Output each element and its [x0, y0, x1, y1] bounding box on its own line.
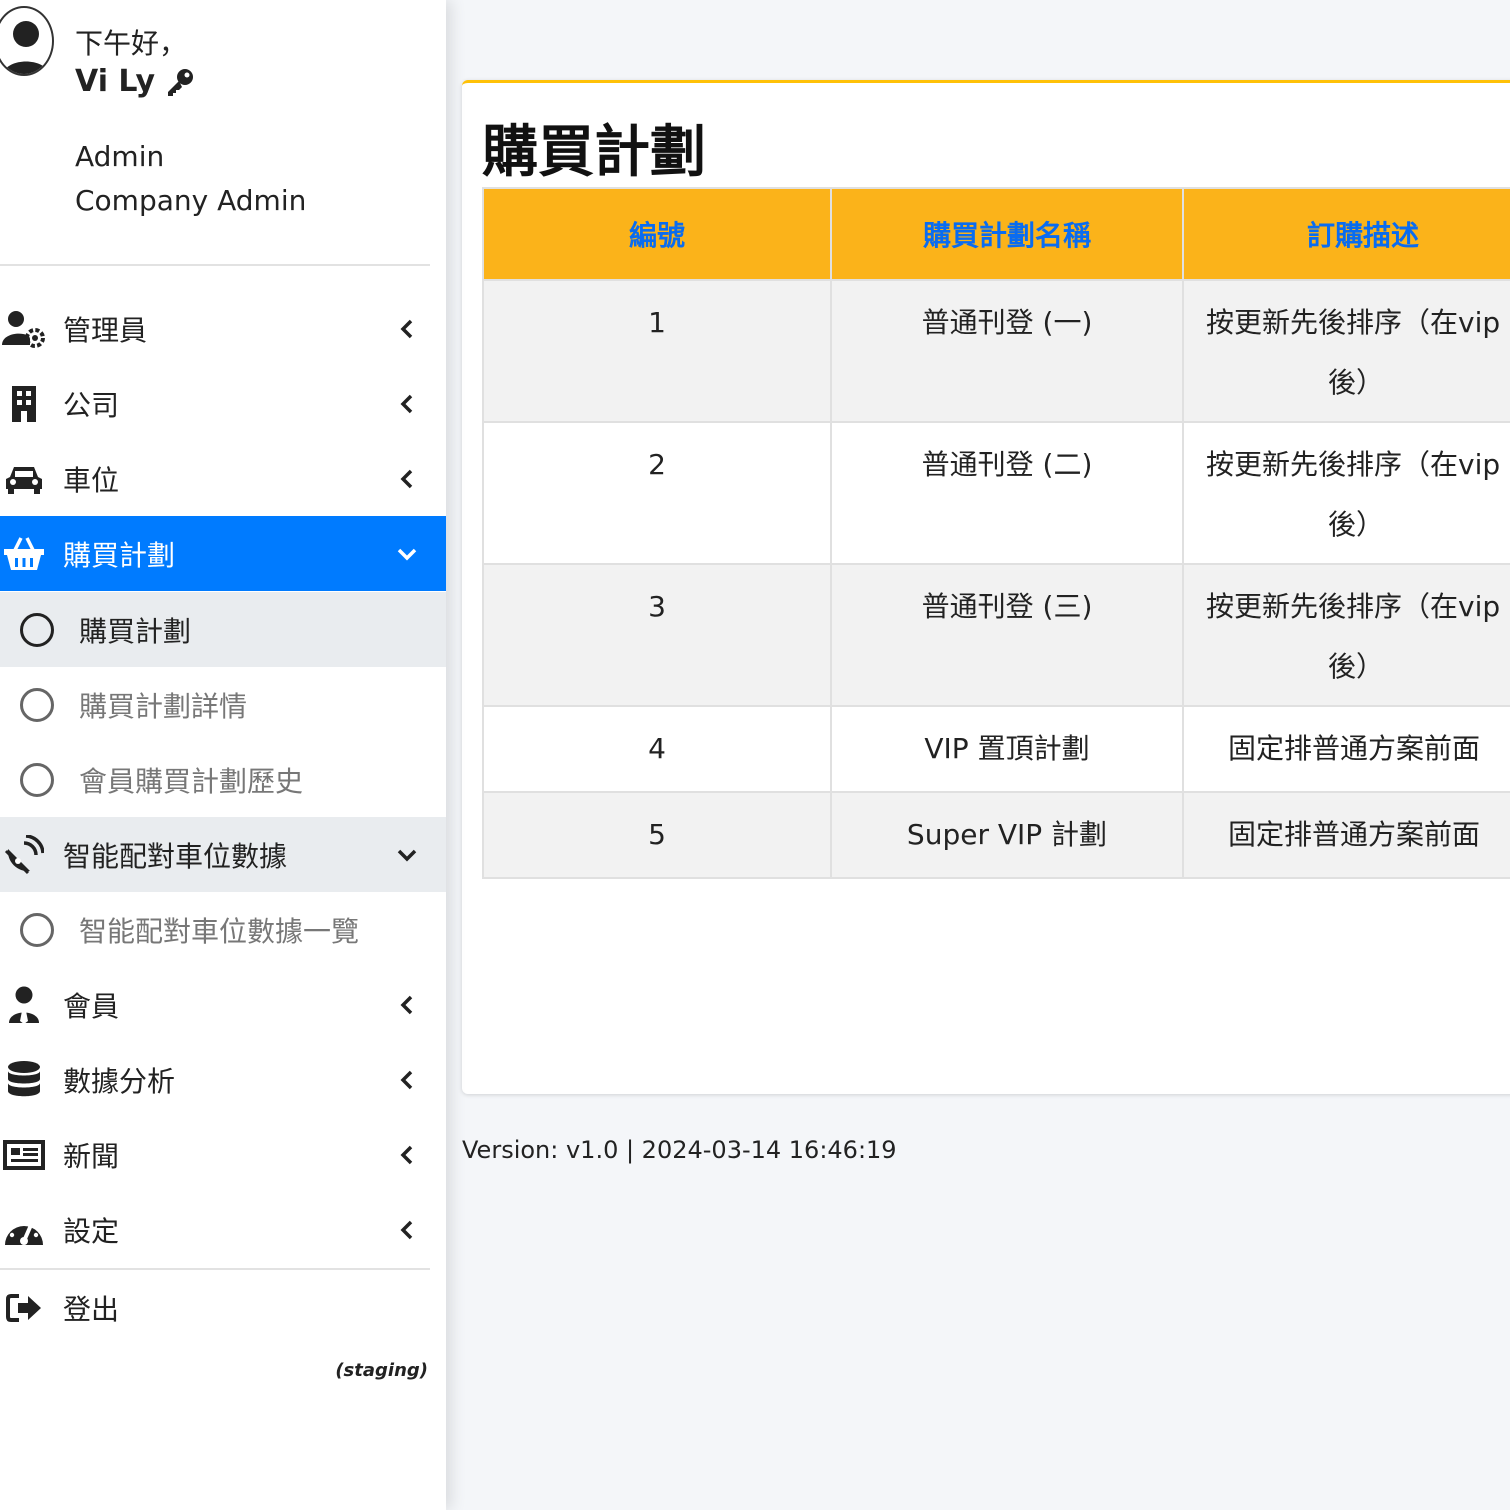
sidebar-item-label: 設定 [63, 1214, 120, 1248]
sidebar-item-label: 管理員 [63, 313, 148, 347]
sidebar-item-logout[interactable]: 登出 [0, 1270, 446, 1345]
sidebar-item-label: 登出 [63, 1292, 120, 1326]
sidebar-subitem-member-plan-history[interactable]: 會員購買計劃歷史 [0, 742, 446, 817]
circle-icon [20, 687, 54, 722]
column-header-id[interactable]: 編號 [482, 187, 832, 281]
sidebar-item-label: 數據分析 [63, 1064, 176, 1098]
plans-card: 購買計劃 編號 購買計劃名稱 訂購描述 1 普通刊登 (一) 按更新先後排序（在… [462, 80, 1510, 1094]
newspaper-icon [2, 1133, 46, 1177]
circle-icon [20, 762, 54, 797]
description-line: 按更新先後排序（在vip [1206, 448, 1501, 481]
chevron-left-icon [400, 995, 413, 1014]
description-line: 後） [1328, 508, 1385, 541]
user-company-role: Company Admin [75, 184, 307, 217]
table-row[interactable]: 3 普通刊登 (三) 按更新先後排序（在vip 後） [482, 563, 1510, 707]
plans-table: 編號 購買計劃名稱 訂購描述 1 普通刊登 (一) 按更新先後排序（在vip 後… [482, 187, 1510, 879]
sidebar-item-label: 新聞 [63, 1139, 120, 1173]
version-footer: Version: v1.0 | 2024-03-14 16:46:19 [462, 1136, 897, 1164]
chevron-left-icon [400, 1070, 413, 1089]
description-line: 固定排普通方案前面 [1228, 732, 1481, 765]
cell-name: 普通刊登 (二) [830, 421, 1184, 565]
sidebar-item-smart-matching[interactable]: 智能配對車位數據 [0, 817, 446, 892]
chevron-down-icon [397, 548, 417, 560]
table-row[interactable]: 1 普通刊登 (一) 按更新先後排序（在vip 後） [482, 279, 1510, 423]
sidebar-item-members[interactable]: 會員 [0, 967, 446, 1042]
chevron-down-icon [397, 849, 417, 861]
description-line: 按更新先後排序（在vip [1206, 306, 1501, 339]
cell-id: 4 [482, 705, 832, 793]
cell-description: 按更新先後排序（在vip 後） [1182, 279, 1510, 423]
users-cog-icon [2, 307, 46, 351]
cell-name: Super VIP 計劃 [830, 791, 1184, 879]
sidebar: 下午好， Vi Ly Admin Company Admin 管理員 公司 車位… [0, 0, 446, 1510]
chevron-left-icon [400, 319, 413, 338]
cell-id: 5 [482, 791, 832, 879]
sidebar-item-admins[interactable]: 管理員 [0, 291, 446, 366]
circle-icon [20, 612, 54, 647]
cell-id: 2 [482, 421, 832, 565]
cell-name: 普通刊登 (三) [830, 563, 1184, 707]
cell-name: 普通刊登 (一) [830, 279, 1184, 423]
sidebar-subitem-plan-details[interactable]: 購買計劃詳情 [0, 667, 446, 742]
table-row[interactable]: 5 Super VIP 計劃 固定排普通方案前面 [482, 791, 1510, 879]
shopping-basket-icon [2, 532, 46, 576]
chevron-left-icon [400, 1145, 413, 1164]
sidebar-divider [0, 264, 430, 266]
description-line: 後） [1328, 650, 1385, 683]
sidebar-item-label: 車位 [63, 463, 120, 497]
sidebar-subitem-plans[interactable]: 購買計劃 [0, 592, 446, 667]
sidebar-subitem-label: 購買計劃詳情 [79, 689, 248, 723]
cell-id: 3 [482, 563, 832, 707]
table-row[interactable]: 2 普通刊登 (二) 按更新先後排序（在vip 後） [482, 421, 1510, 565]
cell-id: 1 [482, 279, 832, 423]
user-name-label: Vi Ly [75, 64, 156, 99]
circle-icon [20, 912, 54, 947]
user-name: Vi Ly [75, 64, 195, 99]
sidebar-subitem-label: 購買計劃 [79, 614, 192, 648]
chevron-left-icon [400, 394, 413, 413]
sidebar-item-settings[interactable]: 設定 [0, 1192, 446, 1267]
key-icon[interactable] [165, 67, 195, 97]
greeting-text: 下午好， [75, 27, 188, 60]
chevron-left-icon [400, 469, 413, 488]
cell-description: 固定排普通方案前面 [1182, 705, 1510, 793]
user-avatar-icon [2, 21, 50, 74]
cell-description: 按更新先後排序（在vip 後） [1182, 421, 1510, 565]
chevron-left-icon [400, 1220, 413, 1239]
satellite-dish-icon [2, 833, 46, 877]
cell-description: 固定排普通方案前面 [1182, 791, 1510, 879]
sidebar-item-plans[interactable]: 購買計劃 [0, 516, 446, 591]
sidebar-item-company[interactable]: 公司 [0, 366, 446, 441]
table-row[interactable]: 4 VIP 置頂計劃 固定排普通方案前面 [482, 705, 1510, 793]
description-line: 固定排普通方案前面 [1228, 818, 1481, 851]
description-line: 按更新先後排序（在vip [1206, 590, 1501, 623]
cell-description: 按更新先後排序（在vip 後） [1182, 563, 1510, 707]
column-header-description[interactable]: 訂購描述 [1182, 187, 1510, 281]
user-role: Admin [75, 140, 165, 173]
sidebar-subitem-smart-matching-list[interactable]: 智能配對車位數據一覽 [0, 892, 446, 967]
sidebar-item-label: 購買計劃 [63, 538, 176, 572]
sidebar-item-analytics[interactable]: 數據分析 [0, 1042, 446, 1117]
building-icon [2, 382, 46, 426]
sign-out-icon [2, 1286, 46, 1330]
sidebar-subitem-label: 會員購買計劃歷史 [79, 764, 304, 798]
cell-name: VIP 置頂計劃 [830, 705, 1184, 793]
tachometer-icon [2, 1208, 46, 1252]
sidebar-subitem-label: 智能配對車位數據一覽 [79, 914, 360, 948]
table-header-row: 編號 購買計劃名稱 訂購描述 [482, 187, 1510, 281]
sidebar-item-label: 智能配對車位數據 [63, 839, 288, 873]
sidebar-item-news[interactable]: 新聞 [0, 1117, 446, 1192]
sidebar-item-parking[interactable]: 車位 [0, 441, 446, 516]
user-panel: 下午好， Vi Ly Admin Company Admin [0, 0, 446, 266]
sidebar-item-label: 公司 [63, 388, 120, 422]
user-tie-icon [2, 983, 46, 1027]
car-icon [2, 457, 46, 501]
sidebar-item-label: 會員 [63, 989, 120, 1023]
column-header-name[interactable]: 購買計劃名稱 [830, 187, 1184, 281]
database-icon [2, 1058, 46, 1102]
avatar[interactable] [0, 6, 54, 76]
page-title: 購買計劃 [482, 120, 706, 185]
description-line: 後） [1328, 366, 1385, 399]
environment-label: (staging) [335, 1360, 428, 1381]
